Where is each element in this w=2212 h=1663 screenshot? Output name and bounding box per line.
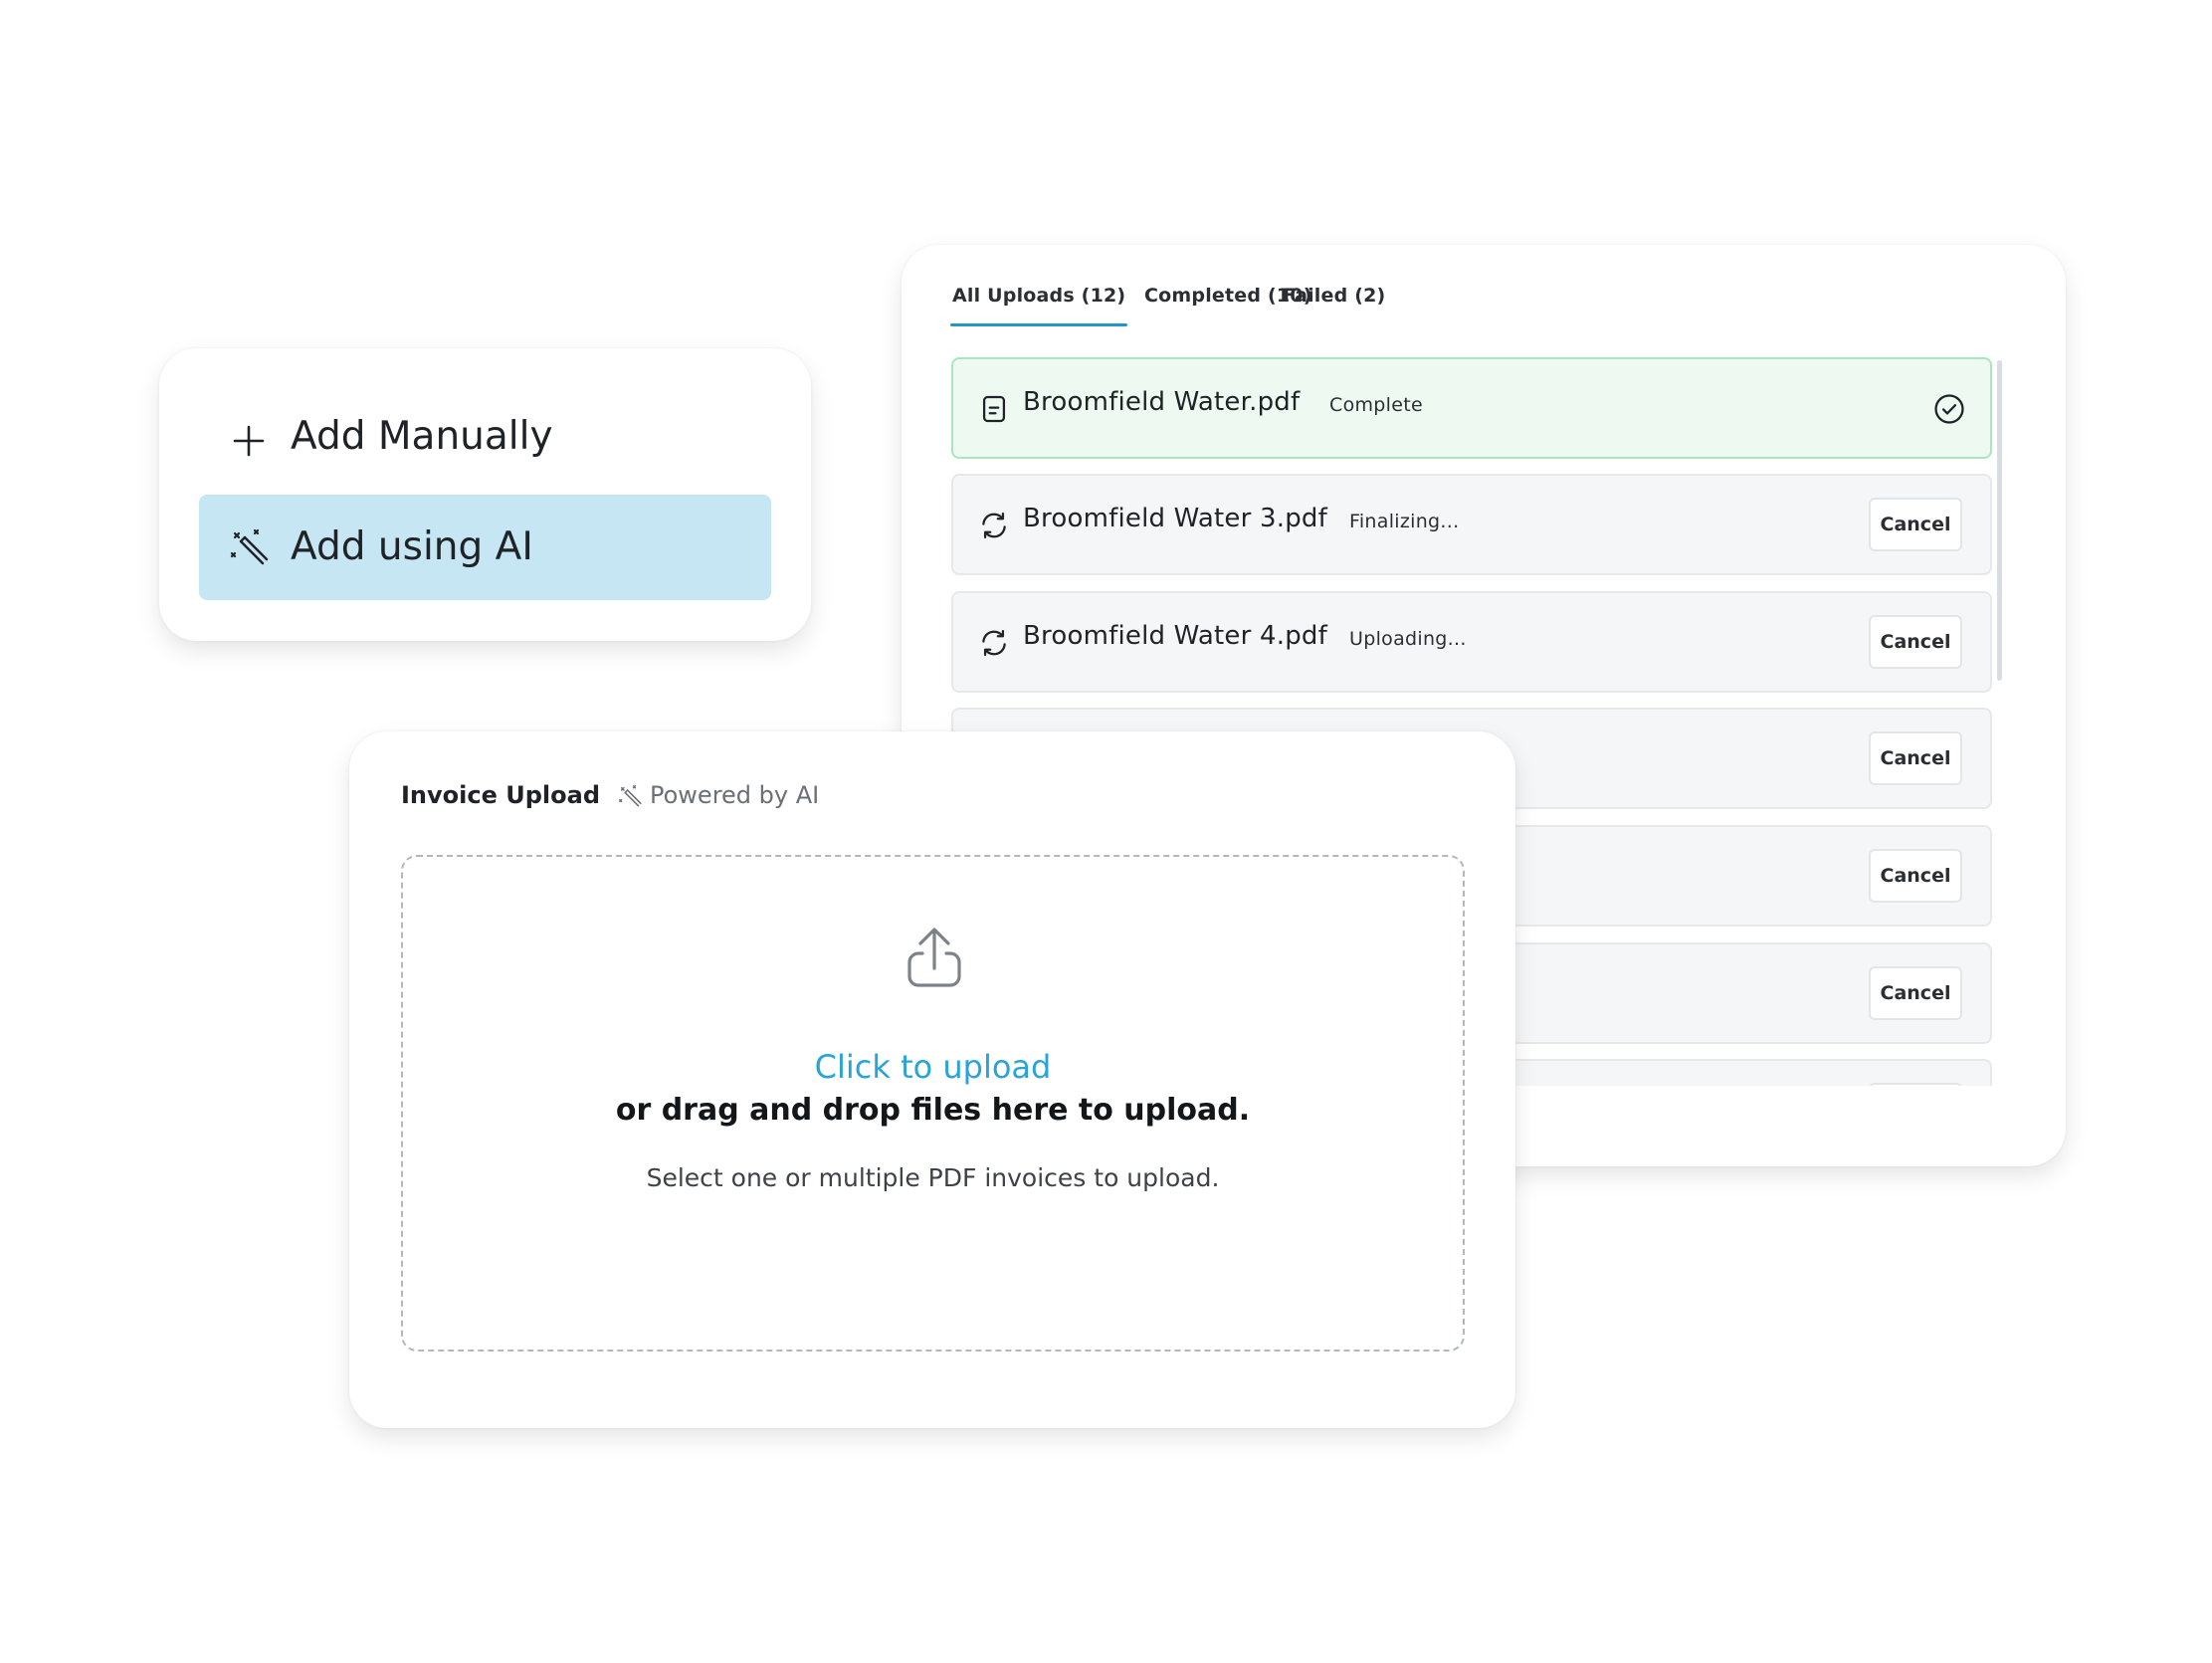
tab-failed[interactable]: Failed (2) [1283,285,1385,307]
document-icon [982,395,1006,423]
powered-by-text: Powered by AI [650,781,820,809]
magic-wand-icon [619,785,642,807]
tab-all-uploads[interactable]: All Uploads (12) [949,285,1128,326]
upload-row: Broomfield Water.pdf Complete [951,357,1992,459]
add-manually-label: Add Manually [291,414,553,459]
add-using-ai-label: Add using AI [291,524,533,569]
check-circle-icon [1934,394,1964,424]
upload-filename: Broomfield Water 3.pdf [1023,504,1327,533]
click-to-upload-link[interactable]: Click to upload [403,1048,1463,1086]
cancel-button[interactable]: Cancel [1869,849,1962,903]
refresh-icon [982,512,1006,539]
plus-icon [233,425,265,457]
upload-status: Uploading... [1349,628,1467,650]
cancel-button[interactable]: Cancel [1869,498,1962,551]
add-using-ai-item[interactable]: Add using AI [199,495,771,600]
invoice-upload-card: Invoice Upload Powered by AI Click to up… [349,731,1515,1428]
magic-wand-icon [230,528,269,565]
add-manually-item[interactable]: Add Manually [199,348,771,459]
upload-hint: Select one or multiple PDF invoices to u… [646,1163,1220,1192]
upload-status: Complete [1329,394,1423,416]
upload-icon [907,928,961,987]
list-scrollbar[interactable] [1997,360,2002,681]
add-menu: Add Manually Add using AI [159,348,811,641]
drag-drop-text: or drag and drop files here to upload. [615,1093,1251,1128]
invoice-upload-title: Invoice Upload [401,781,600,809]
upload-row: Broomfield Water 3.pdf Finalizing... Can… [951,474,1992,575]
cancel-button[interactable]: Cancel [1869,731,1962,785]
refresh-icon [982,629,1006,657]
upload-dropzone[interactable]: Click to upload or drag and drop files h… [401,855,1465,1351]
cancel-button[interactable] [1869,1083,1962,1086]
cancel-button[interactable]: Cancel [1869,615,1962,669]
upload-filename: Broomfield Water.pdf [1023,387,1301,417]
upload-row: Broomfield Water 4.pdf Uploading... Canc… [951,591,1992,693]
cancel-button[interactable]: Cancel [1869,966,1962,1020]
upload-filename: Broomfield Water 4.pdf [1023,621,1327,651]
upload-status: Finalizing... [1349,511,1460,532]
